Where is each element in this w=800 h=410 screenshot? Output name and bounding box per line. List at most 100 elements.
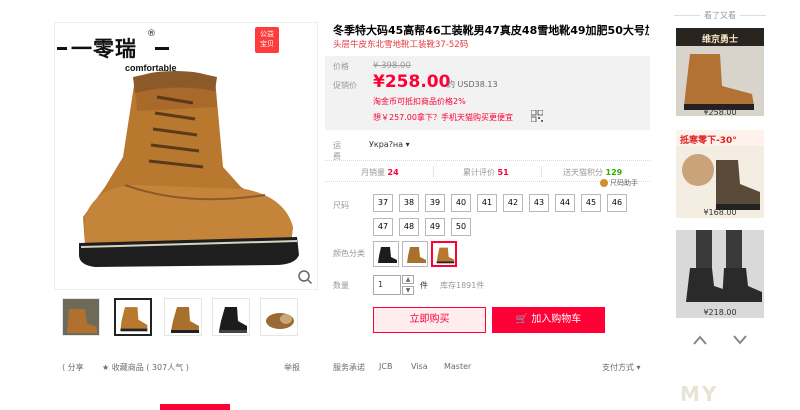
size-option[interactable]: 39 [425, 194, 445, 212]
share-label: 分享 [67, 363, 84, 372]
also-viewed-price: ¥218.00 [703, 308, 737, 317]
mobile-discount-note[interactable]: 想￥257.00拿下？手机天猫购买更便宜 [373, 112, 513, 123]
also-viewed-column: 看了又看 维京勇士 ¥258.00 抵寒零下-30° ¥168.00 ¥218.… [670, 4, 774, 345]
also-viewed-title: 看了又看 [670, 10, 770, 21]
jcb-payment-badge: JCB [379, 362, 393, 371]
favorite-link[interactable]: ★ 收藏商品 ( 307人气 ) [102, 362, 189, 373]
also-viewed-item[interactable]: 维京勇士 [676, 28, 764, 116]
thumbnail[interactable] [212, 298, 250, 336]
visa-payment-badge: Visa [411, 362, 428, 371]
monthly-sales-value: 24 [387, 168, 399, 177]
service-payment-row: 服务承诺 JCB Visa Master 支付方式 ▾ [325, 362, 650, 376]
site-watermark: MY [680, 382, 719, 406]
qr-code-icon[interactable] [531, 110, 543, 122]
also-viewed-image [676, 230, 764, 318]
color-swatch-black[interactable] [373, 241, 399, 267]
size-helper-label: 尺码助手 [610, 179, 638, 187]
quantity-unit: 件 [420, 281, 428, 290]
thumbnail[interactable] [62, 298, 100, 336]
price-panel: 价格 ¥ 398.00 促销价 ¥258.00 约 USD38.13 淘金币可抵… [325, 56, 650, 130]
favorite-label: 收藏商品 [111, 363, 144, 372]
service-promise-label: 服务承诺 [333, 363, 365, 372]
quantity-input[interactable]: 1 [373, 275, 401, 295]
size-helper-icon [600, 179, 608, 187]
charity-badge: 公益 宝贝 [255, 27, 279, 53]
shipping-destination-select[interactable]: Укра?на ▾ [369, 140, 410, 149]
quantity-increase-button[interactable]: ▲ [402, 275, 414, 284]
thumbnail-image [63, 299, 99, 335]
thumbnail-image [165, 299, 201, 335]
stat-divider [433, 166, 434, 178]
points-label: 送天猫积分 [563, 168, 603, 177]
total-reviews[interactable]: 累计评价 51 [463, 167, 509, 178]
charity-badge-line1: 公益 [260, 30, 274, 38]
product-title: 冬季特大码45高帮46工装靴男47真皮48雪地靴49加肥50大号加绒棉鞋 [333, 24, 649, 37]
swatch-image [378, 247, 397, 263]
boot-photo [79, 71, 299, 267]
color-label: 颜色分类 [333, 249, 365, 258]
add-to-cart-label: 加入购物车 [531, 314, 582, 325]
size-option[interactable]: 37 [373, 194, 393, 212]
color-swatch-tan[interactable] [402, 241, 428, 267]
size-option[interactable]: 42 [503, 194, 523, 212]
shipping-label: 运费 [333, 141, 341, 161]
size-option[interactable]: 43 [529, 194, 549, 212]
size-option[interactable]: 49 [425, 218, 445, 236]
stat-divider [541, 166, 542, 178]
thumbnail[interactable] [260, 298, 298, 336]
share-link[interactable]: ⟨ 分享 [62, 362, 84, 373]
brand-registered-mark: ® [147, 29, 156, 39]
size-option[interactable]: 46 [607, 194, 627, 212]
original-price: ¥ 398.00 [373, 61, 411, 71]
active-tab-bar [160, 404, 230, 410]
size-option[interactable]: 38 [399, 194, 419, 212]
size-option[interactable]: 44 [555, 194, 575, 212]
promo-price-label: 促销价 [333, 81, 357, 90]
master-payment-badge: Master [444, 362, 472, 371]
report-link[interactable]: 举报 [284, 362, 300, 373]
swatch-image [407, 247, 426, 263]
share-favorite-row: ⟨ 分享 ★ 收藏商品 ( 307人气 ) 举报 [62, 362, 312, 376]
size-option[interactable]: 50 [451, 218, 471, 236]
chevron-up-icon[interactable] [692, 334, 708, 346]
also-viewed-price: ¥258.00 [703, 108, 737, 117]
thumbnail-image [213, 299, 249, 335]
taobao-coin-note[interactable]: 淘金币可抵扣商品价格2% [373, 96, 466, 107]
monthly-sales: 月销量 24 [361, 167, 399, 178]
add-to-cart-button[interactable]: 🛒 加入购物车 [492, 307, 605, 333]
thumbnail[interactable] [164, 298, 202, 336]
zoom-icon[interactable] [297, 269, 313, 285]
also-viewed-item[interactable]: 抵寒零下-30° [676, 130, 764, 218]
quantity-label: 数量 [333, 281, 349, 290]
bottom-tab-indicator [160, 400, 230, 410]
size-option[interactable]: 40 [451, 194, 471, 212]
also-viewed-item[interactable] [676, 230, 764, 318]
thumbnail-image [261, 299, 297, 335]
size-option[interactable]: 41 [477, 194, 497, 212]
star-icon: ★ [102, 363, 110, 372]
size-helper-link[interactable]: 尺码助手 [600, 178, 638, 188]
reviews-value: 51 [497, 168, 509, 177]
size-option[interactable]: 47 [373, 218, 393, 236]
color-swatch-brown-selected[interactable] [431, 241, 457, 267]
points-value: 129 [605, 168, 623, 177]
payment-methods-dropdown[interactable]: 支付方式 ▾ [602, 362, 641, 373]
stock-count: 库存1891件 [440, 281, 485, 290]
quantity-decrease-button[interactable]: ▼ [402, 286, 414, 295]
chevron-down-icon[interactable] [732, 334, 748, 346]
main-product-image[interactable]: 一零瑞 ® comfortable 公益 宝贝 [54, 22, 318, 290]
charity-badge-line2: 宝贝 [260, 40, 274, 48]
brand-logo-line [155, 47, 169, 50]
size-option[interactable]: 48 [399, 218, 419, 236]
popularity-count: ( 307人气 ) [146, 363, 189, 372]
size-label: 尺码 [333, 201, 349, 210]
thumbnail[interactable] [114, 298, 152, 336]
thumbnail-image [116, 300, 150, 334]
reviews-label: 累计评价 [463, 168, 495, 177]
promo-price: ¥258.00 [373, 72, 451, 92]
brand-logo-line [57, 47, 67, 50]
product-subtitle: 头层牛皮东北雪地靴工装靴37-52码 [333, 40, 469, 50]
size-option[interactable]: 45 [581, 194, 601, 212]
buy-now-button[interactable]: 立即购买 [373, 307, 486, 333]
tmall-points: 送天猫积分 129 [563, 167, 622, 178]
